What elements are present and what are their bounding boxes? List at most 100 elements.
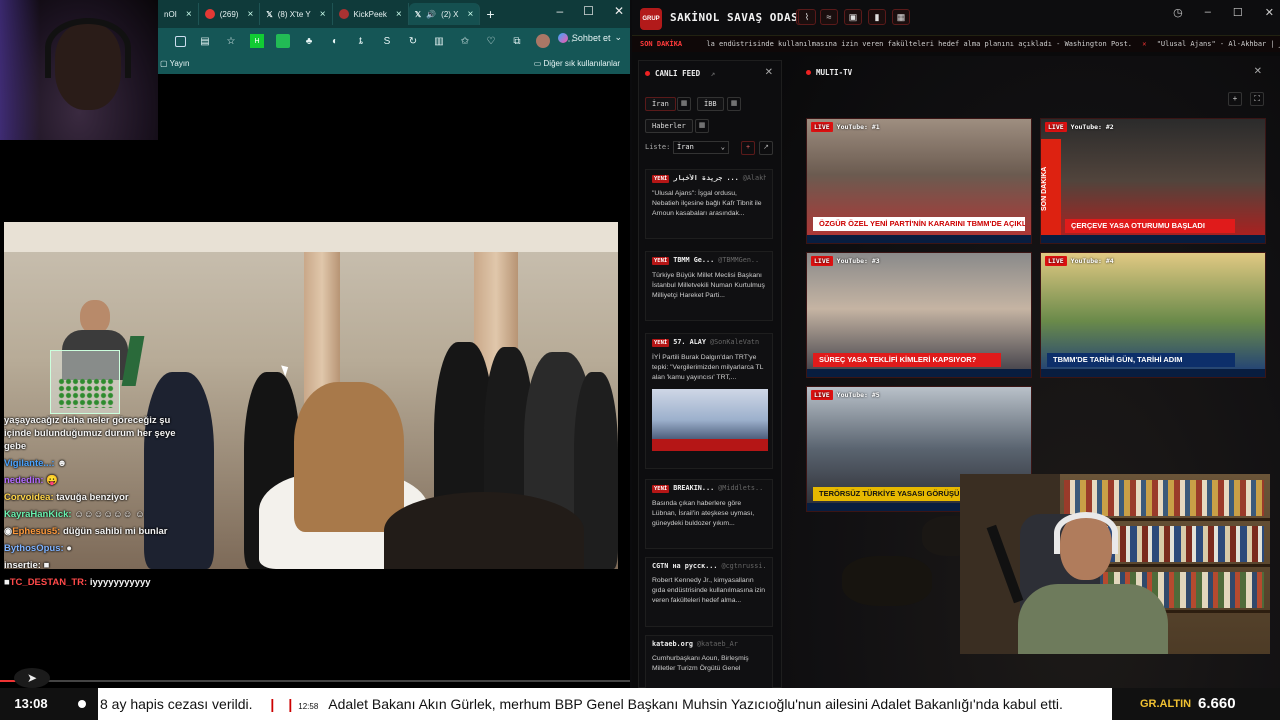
feed-item[interactable]: CGTN на русск... @cgtnrussi.. Robert Kenn…: [645, 557, 773, 627]
briefcase-icon[interactable]: ▣: [844, 9, 862, 25]
extension-icon[interactable]: ◐: [328, 34, 342, 48]
close-icon[interactable]: ×: [186, 9, 192, 20]
profile-avatar[interactable]: [536, 34, 550, 48]
rss-icon[interactable]: ⌇: [798, 9, 816, 25]
breaking-label: SON DAKİKA: [640, 40, 683, 48]
close-icon[interactable]: ×: [396, 9, 402, 20]
copilot-chat-button[interactable]: Sohbet et ⌄: [557, 32, 622, 43]
maximize-icon[interactable]: ☐: [583, 4, 594, 18]
refresh-icon[interactable]: ↻: [406, 34, 420, 48]
feed-item[interactable]: YENİ BREAKIN... @Middlets.. Basında çıkan …: [645, 479, 773, 549]
emote-icon: ■: [43, 560, 50, 571]
add-icon[interactable]: +: [1228, 92, 1242, 106]
new-badge: YENİ: [652, 175, 670, 183]
news-ticker: 13:08 8 ay hapis cezası verildi. | | 12:58…: [0, 688, 1280, 720]
extension-icon[interactable]: ȶ: [354, 34, 368, 48]
maximize-icon[interactable]: ☐: [1233, 6, 1243, 19]
tv-strip: [1041, 235, 1265, 243]
feed-title-text: CANLI FEED: [655, 69, 701, 78]
favorites-star-icon[interactable]: ✩: [458, 34, 472, 48]
list-select[interactable]: İran ⌄: [673, 141, 729, 154]
tab-4[interactable]: 𝕏 🔊 (2) X ×: [408, 3, 481, 25]
bullet-icon: [78, 700, 86, 708]
chip-iran[interactable]: İran: [645, 97, 676, 111]
extension-icon[interactable]: [276, 34, 290, 48]
close-icon[interactable]: ×: [320, 9, 326, 20]
minimize-icon[interactable]: –: [556, 4, 563, 18]
chat-text: düğün sahibi mi bunlar: [62, 526, 168, 537]
extension-icon[interactable]: S: [380, 34, 394, 48]
image-caption-bar: [652, 439, 768, 451]
chip-settings-icon[interactable]: ▦: [727, 97, 741, 111]
split-icon[interactable]: ▥: [432, 34, 446, 48]
feed-icon[interactable]: ≈: [820, 9, 838, 25]
tv-screen-2[interactable]: LIVE YouTube: #2 SON DAKİKA ÇERÇEVE YASA …: [1040, 118, 1266, 244]
led-glow: [0, 0, 40, 140]
dashboard-topbar: GRUP SAKİNOL SAVAŞ ODASI ⊞ ⌇ ≈ ▣ ▮ ▦ ◷ –…: [632, 0, 1280, 36]
feed-source: BREAKIN...: [673, 484, 715, 492]
ticker-item: Adalet Bakanı Akın Gürlek, merhum BBP Ge…: [328, 696, 1063, 712]
add-icon[interactable]: +: [741, 141, 755, 155]
close-icon[interactable]: ×: [247, 9, 253, 20]
feed-item[interactable]: YENİجريدة الأخبار ...@Alakh.. "Ulusal Aj…: [645, 169, 773, 239]
feed-item[interactable]: YENİ 57. ALAY @SonKaleVatn İYİ Partili Bur…: [645, 333, 773, 469]
new-tab-button[interactable]: +: [480, 3, 500, 25]
feed-item[interactable]: kataeb.org @kataeb_Ar Cumhurbaşkanı Aoun,…: [645, 635, 773, 688]
chat-user: TC_DESTAN_TR:: [9, 577, 88, 588]
downloads-icon[interactable]: ⧉: [510, 34, 524, 48]
close-icon[interactable]: ✕: [765, 67, 773, 78]
list-select-value: İran: [677, 143, 694, 151]
chevron-right-icon[interactable]: ➤: [14, 668, 50, 688]
extension-icon[interactable]: ♣: [302, 34, 316, 48]
chip-haberler[interactable]: Haberler: [645, 119, 693, 133]
emote-icon: ●: [66, 543, 73, 554]
minimize-icon[interactable]: –: [1205, 6, 1211, 19]
close-icon[interactable]: ×: [468, 9, 474, 20]
video-progress-bar[interactable]: [0, 680, 630, 682]
close-window-icon[interactable]: ✕: [614, 4, 624, 18]
close-icon[interactable]: ✕: [1254, 66, 1262, 77]
live-dot-icon: [645, 71, 650, 76]
feed-text: Türkiye Büyük Millet Meclisi Başkanı İst…: [652, 272, 765, 299]
tab-3[interactable]: KickPeek ×: [333, 3, 409, 25]
tv-screen-1[interactable]: LIVE YouTube: #1 ÖZGÜR ÖZEL YENİ PARTİ'Nİ…: [806, 118, 1032, 244]
tv-strip: [807, 369, 1031, 377]
bookmark-yayin[interactable]: ▢ Yayın: [160, 59, 190, 68]
tab-1[interactable]: (269) ×: [199, 3, 261, 25]
tv-icon[interactable]: ▦: [892, 9, 910, 25]
close-window-icon[interactable]: ✕: [1265, 6, 1274, 19]
new-badge: YENİ: [652, 485, 670, 493]
external-link-icon[interactable]: ↗: [711, 69, 716, 78]
feed-item-head: YENİجريدة الأخبار ...@Alakh..: [652, 174, 766, 183]
tv-screen-3[interactable]: LIVE YouTube: #3 SÜREÇ YASA TEKLİFİ KİMLE…: [806, 252, 1032, 378]
ticker-separator: |: [288, 696, 293, 712]
new-badge: YENİ: [652, 257, 670, 265]
feed-item[interactable]: YENİ TBMM Ge... @TBMMGen.. Türkiye Büyük M…: [645, 251, 773, 321]
feed-item-head: CGTN на русск... @cgtnrussi..: [652, 562, 766, 570]
extension-icon[interactable]: H: [250, 34, 264, 48]
x-logo-icon: 𝕏: [266, 9, 273, 19]
chip-settings-icon[interactable]: ▦: [695, 119, 709, 133]
tab-2[interactable]: 𝕏 (8) X'te Y ×: [260, 3, 333, 25]
tv-screen-4[interactable]: LIVE YouTube: #4 TBMM'DE TARİHİ GÜN, TARİ…: [1040, 252, 1266, 378]
reader-icon[interactable]: ▤: [198, 34, 212, 48]
expand-icon[interactable]: ↗: [759, 141, 773, 155]
collections-icon[interactable]: ♡: [484, 34, 498, 48]
tab-actions-icon[interactable]: [175, 35, 186, 47]
chat-text: iyyyyyyyyyyy: [89, 577, 151, 588]
chart-icon[interactable]: ▮: [868, 9, 886, 25]
tab-0[interactable]: nOI ×: [158, 3, 199, 25]
history-icon[interactable]: ◷: [1173, 6, 1183, 19]
new-badge: YENİ: [652, 339, 670, 347]
favorite-icon[interactable]: ☆: [224, 34, 238, 48]
feed-handle: @SonKaleVatn: [710, 338, 760, 346]
bookmark-other-favorites[interactable]: ▭ Diğer sık kullanılanlar: [534, 59, 620, 68]
fullscreen-icon[interactable]: ⛶: [1250, 92, 1264, 106]
feed-source: جريدة الأخبار ...: [673, 174, 739, 182]
chip-settings-icon[interactable]: ▦: [677, 97, 691, 111]
tv-source: YouTube: #1: [836, 123, 880, 131]
feed-handle: @kataeb_Ar: [696, 640, 738, 648]
chip-ibb[interactable]: İBB: [697, 97, 724, 111]
gold-value: 6.660: [1198, 695, 1236, 712]
feed-handle: @Middlets..: [718, 484, 764, 492]
